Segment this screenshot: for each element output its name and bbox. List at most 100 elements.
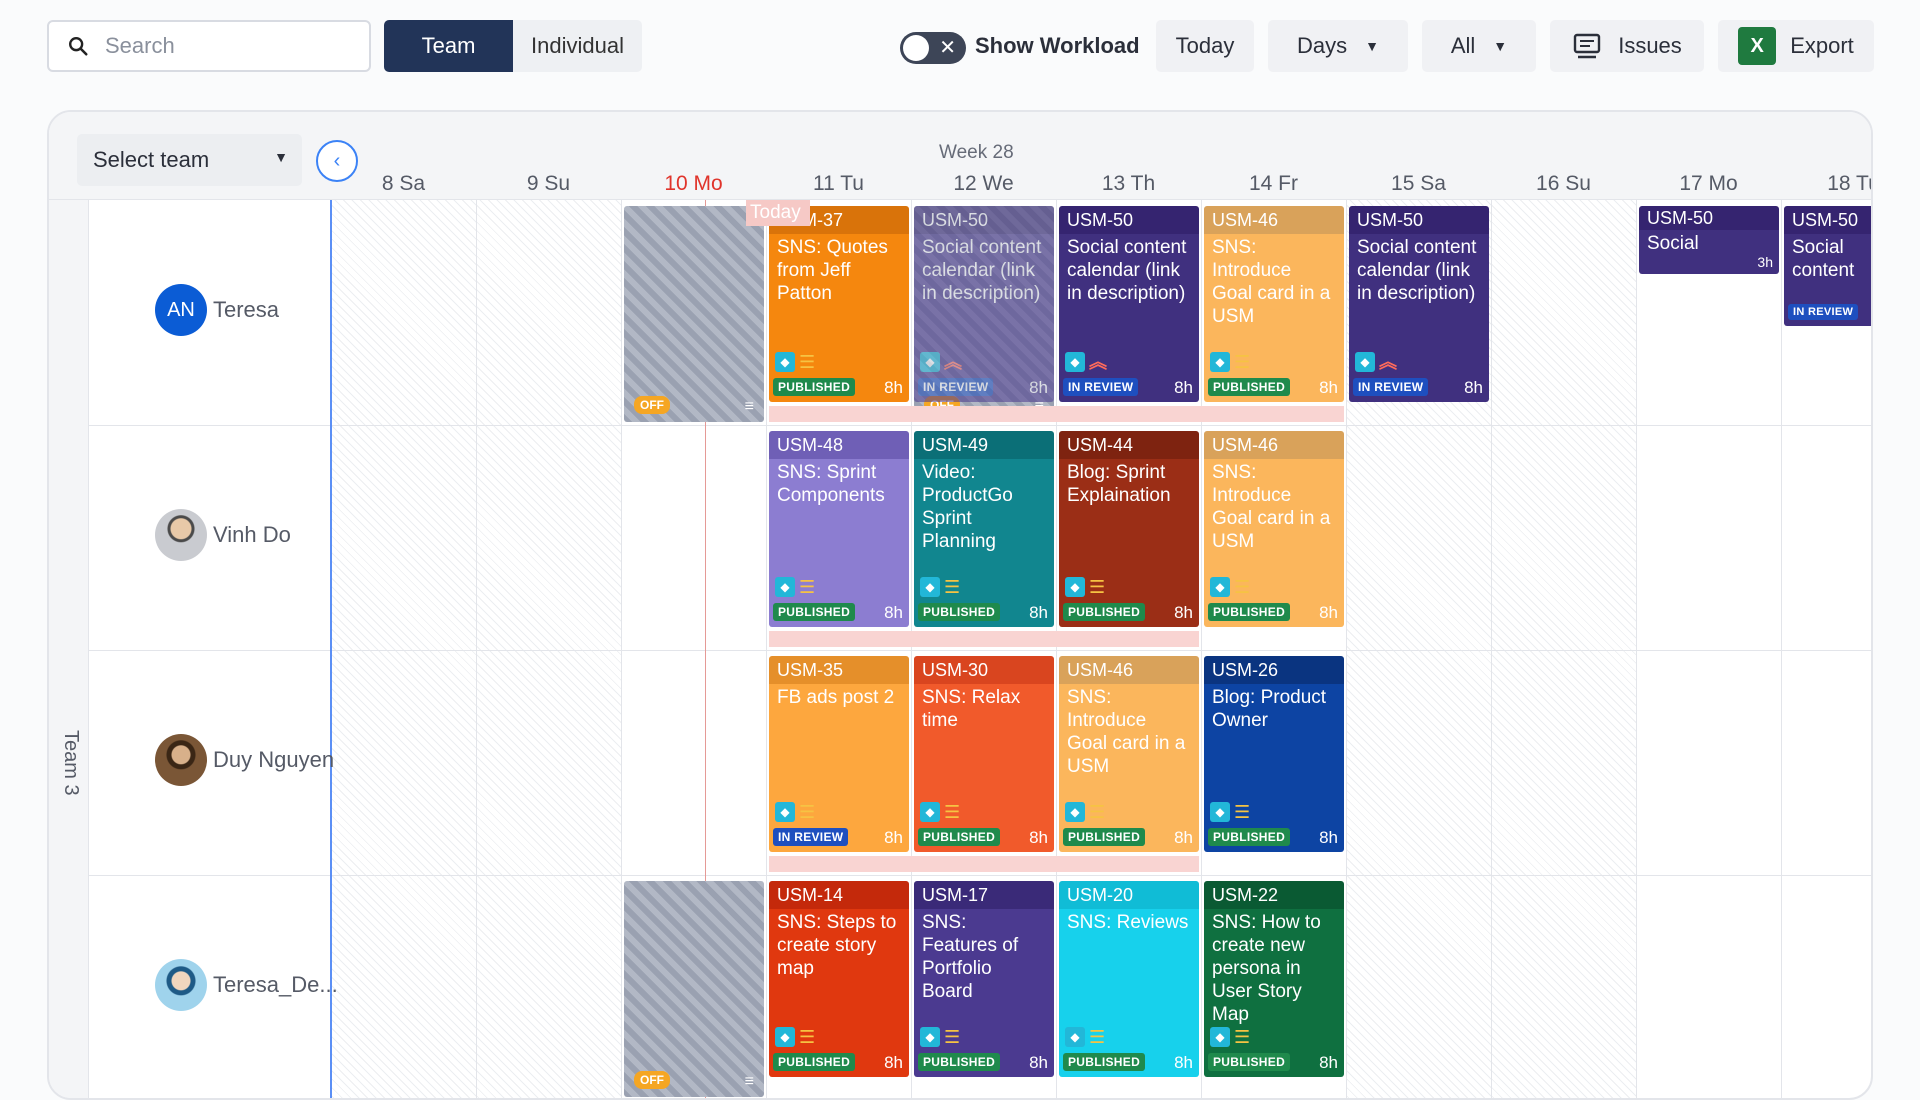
select-team-dropdown[interactable]: Select team ▼ (77, 134, 302, 186)
issue-key: USM-22 (1204, 881, 1344, 909)
off-day-block[interactable]: OFF ≡ (624, 881, 764, 1097)
issue-icons: ◆ ☰ (1065, 1027, 1105, 1047)
issue-key: USM-46 (1059, 656, 1199, 684)
issue-card[interactable]: USM-37 SNS: Quotes from Jeff Patton ◆ ☰ P… (769, 206, 909, 402)
diamond-icon: ◆ (1065, 577, 1085, 597)
member-vinh-do[interactable]: Vinh Do (155, 509, 291, 561)
issue-title: SNS: Reviews (1059, 909, 1199, 1077)
issue-title: SNS: Features of Portfolio Board (914, 909, 1054, 1077)
issue-key: USM-14 (769, 881, 909, 909)
search-input[interactable] (105, 33, 345, 59)
issue-key: USM-50 (914, 206, 1054, 234)
hours-label: 8h (1319, 1053, 1338, 1072)
issue-card[interactable]: USM-48 SNS: Sprint Components ◆ ☰ PUBLISH… (769, 431, 909, 627)
issue-card[interactable]: USM-50 Social content calendar (link in … (1349, 206, 1489, 402)
schedule-grid: Today AN Teresa Vinh Do Duy Nguyen Teres… (89, 200, 1871, 1098)
diamond-icon: ◆ (920, 352, 940, 372)
day-header: 11 Tu (813, 172, 864, 195)
issue-card[interactable]: USM-46 SNS: Introduce Goal card in a USM… (1204, 431, 1344, 627)
workload-toggle[interactable]: ✕ (900, 32, 966, 64)
diamond-icon: ◆ (920, 802, 940, 822)
filter-label: All (1450, 33, 1476, 58)
off-badge: OFF (634, 396, 670, 414)
issues-button[interactable]: Issues (1550, 20, 1704, 72)
off-badge: OFF (634, 1071, 670, 1089)
menu-icon: ≡ (744, 398, 754, 415)
priority-medium-icon: ☰ (944, 1027, 961, 1047)
day-header: 12 We (953, 172, 1014, 195)
priority-medium-icon: ☰ (944, 802, 961, 822)
diamond-icon: ◆ (775, 577, 795, 597)
issue-title: FB ads post 2 (769, 684, 909, 852)
issue-card[interactable]: USM-20 SNS: Reviews ◆ ☰ PUBLISHED 8h (1059, 881, 1199, 1077)
scale-dropdown[interactable]: Days ▼ (1268, 20, 1408, 72)
team-view-button[interactable]: Team (384, 20, 513, 72)
toolbar: Team Individual ✕ Show Workload Today Da… (0, 0, 1920, 92)
issue-card[interactable]: USM-49 Video: ProductGo Sprint Planning … (914, 431, 1054, 627)
issue-card[interactable]: USM-50 Social content IN REVIEW (1784, 206, 1871, 326)
diamond-icon: ◆ (1355, 352, 1375, 372)
export-button[interactable]: X Export (1718, 20, 1874, 72)
issue-key: USM-26 (1204, 656, 1344, 684)
issue-icons: ◆ ☰ (1065, 802, 1105, 822)
status-badge: PUBLISHED (773, 378, 856, 396)
hours-label: 8h (1029, 378, 1048, 397)
member-teresa[interactable]: AN Teresa (155, 284, 279, 336)
close-icon: ✕ (939, 37, 956, 59)
diamond-icon: ◆ (1210, 1027, 1230, 1047)
chevron-down-icon: ▼ (1493, 38, 1508, 54)
diamond-icon: ◆ (1065, 352, 1085, 372)
hours-label: 8h (1174, 603, 1193, 622)
issue-card[interactable]: USM-50 Social content calendar (link in … (914, 206, 1054, 402)
issue-card[interactable]: USM-35 FB ads post 2 ◆ ☰ IN REVIEW 8h (769, 656, 909, 852)
issue-card[interactable]: USM-17 SNS: Features of Portfolio Board … (914, 881, 1054, 1077)
issue-key: USM-50 (1784, 206, 1871, 234)
priority-medium-icon: ☰ (1234, 577, 1251, 597)
today-button[interactable]: Today (1156, 20, 1254, 72)
off-day-block[interactable]: OFF ≡ (624, 206, 764, 422)
priority-medium-icon: ☰ (1234, 802, 1251, 822)
issues-label: Issues (1618, 33, 1682, 58)
day-header: 17 Mo (1679, 172, 1738, 195)
avatar (155, 509, 207, 561)
issue-icons: ◆ ☰ (920, 802, 960, 822)
hours-label: 8h (1319, 378, 1338, 397)
issue-card[interactable]: USM-22 SNS: How to create new persona in… (1204, 881, 1344, 1077)
issue-key: USM-35 (769, 656, 909, 684)
search-box[interactable] (47, 20, 371, 72)
issue-card[interactable]: USM-50 Social 3h (1639, 206, 1779, 274)
issue-icons: ◆ ☰ (1210, 352, 1250, 372)
issue-card[interactable]: USM-26 Blog: Product Owner ◆ ☰ PUBLISHED … (1204, 656, 1344, 852)
priority-medium-icon: ☰ (1089, 1027, 1106, 1047)
issue-card[interactable]: USM-50 Social content calendar (link in … (1059, 206, 1199, 402)
day-header: 8 Sa (381, 172, 426, 195)
status-badge: IN REVIEW (918, 378, 994, 396)
issue-card[interactable]: USM-46 SNS: Introduce Goal card in a USM… (1059, 656, 1199, 852)
filter-dropdown[interactable]: All ▼ (1422, 20, 1536, 72)
issue-card[interactable]: USM-44 Blog: Sprint Explaination ◆ ☰ PUBL… (1059, 431, 1199, 627)
status-badge: IN REVIEW (773, 828, 849, 846)
hours-label: 8h (884, 1053, 903, 1072)
chevron-down-icon: ▼ (274, 149, 288, 165)
issue-card[interactable]: USM-14 SNS: Steps to create story map ◆ ☰… (769, 881, 909, 1077)
status-badge: PUBLISHED (1208, 828, 1291, 846)
priority-medium-icon: ☰ (1234, 352, 1251, 372)
issue-icons: ◆ ☰ (1210, 577, 1250, 597)
collapse-sidebar-button[interactable]: ‹ (316, 140, 358, 182)
issue-icons: ◆ ☰ (775, 802, 815, 822)
excel-icon: X (1738, 27, 1777, 65)
workload-bar (769, 856, 1199, 872)
calendar-board: Select team ▼ Week 28 8 Sa 9 Su 10 Mo 11… (47, 110, 1873, 1100)
issue-card[interactable]: USM-46 SNS: Introduce Goal card in a USM… (1204, 206, 1344, 402)
issue-title: SNS: Quotes from Jeff Patton (769, 234, 909, 402)
hours-label: 3h (1757, 254, 1773, 270)
diamond-icon: ◆ (1210, 802, 1230, 822)
priority-medium-icon: ☰ (799, 577, 816, 597)
member-teresa-de[interactable]: Teresa_De... (155, 959, 338, 1011)
individual-view-button[interactable]: Individual (513, 20, 642, 72)
issue-card[interactable]: USM-30 SNS: Relax time ◆ ☰ PUBLISHED 8h (914, 656, 1054, 852)
priority-medium-icon: ☰ (799, 352, 816, 372)
member-duy-nguyen[interactable]: Duy Nguyen (155, 734, 334, 786)
issue-title: SNS: Introduce Goal card in a USM (1204, 459, 1344, 627)
avatar (155, 959, 207, 1011)
